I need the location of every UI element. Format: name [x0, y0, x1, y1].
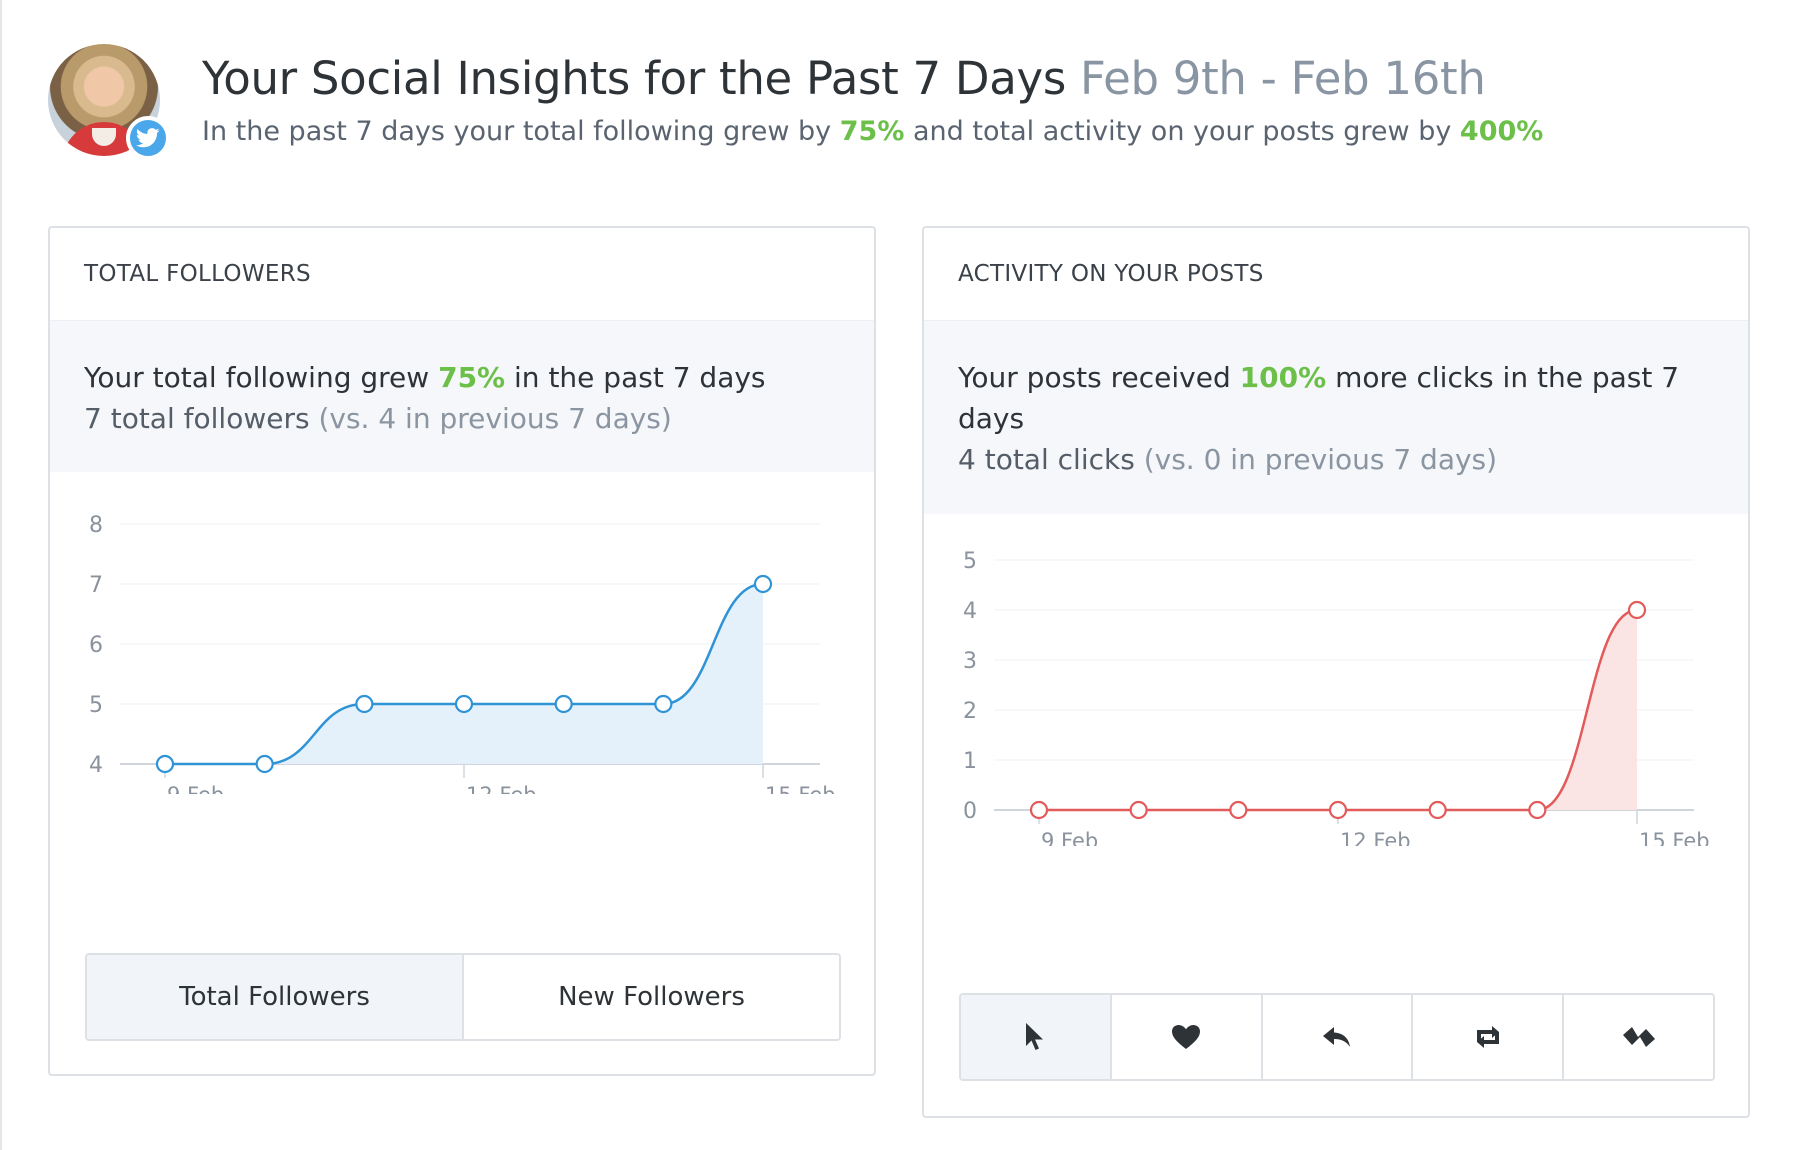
followers-point: [255, 754, 274, 774]
followers-summary-text: Your total following grew: [84, 361, 430, 394]
replies-button[interactable]: [1260, 995, 1412, 1079]
y-tick-label: 5: [963, 549, 977, 574]
activity-growth: 400%: [1459, 116, 1544, 147]
y-tick-label: 8: [89, 513, 103, 538]
followers-point: [753, 574, 773, 594]
twitter-icon: [126, 116, 170, 160]
heart-icon: [1172, 1025, 1201, 1049]
followers-total: 7 total followers: [84, 402, 310, 435]
activity-summary-sub: 4 total clicks (vs. 0 in previous 7 days…: [958, 439, 1714, 480]
followers-area: [165, 584, 763, 764]
followers-card: TOTAL FOLLOWERS Your total following gre…: [48, 226, 876, 1076]
followers-card-heading: TOTAL FOLLOWERS: [84, 261, 311, 287]
activity-growth: 100%: [1239, 361, 1327, 394]
followers-summary-text-end: in the past 7 days: [514, 361, 766, 394]
activity-card-heading: ACTIVITY ON YOUR POSTS: [958, 261, 1264, 287]
y-tick-label: 3: [963, 649, 977, 674]
activity-point: [1528, 800, 1547, 820]
x-tick-label: 15 Feb: [1639, 829, 1710, 846]
followers-point: [355, 694, 374, 714]
y-tick-label: 0: [963, 799, 977, 824]
y-tick-label: 4: [963, 599, 977, 624]
date-range: Feb 9th - Feb 16th: [1079, 52, 1486, 105]
retweet-icon: [1476, 1026, 1499, 1048]
activity-summary: Your posts received 100% more clicks in …: [924, 320, 1748, 514]
y-tick-label: 5: [89, 693, 103, 718]
total-followers-button[interactable]: Total Followers: [87, 955, 462, 1039]
followers-summary-main: Your total following grew 75% in the pas…: [84, 357, 840, 398]
y-tick-label: 2: [963, 699, 977, 724]
activity-chart: 0 1 2 3 4 5 9 Feb 12 Feb 15 Feb: [963, 549, 1710, 846]
subtitle-part1: In the past 7 days your total following …: [202, 116, 832, 147]
followers-growth: 75%: [438, 361, 506, 394]
followers-toggle: Total Followers New Followers: [85, 953, 841, 1041]
title-text: Your Social Insights for the Past 7 Days: [202, 52, 1066, 105]
followers-summary-sub: 7 total followers (vs. 4 in previous 7 d…: [84, 398, 840, 439]
y-tick-label: 7: [89, 573, 103, 598]
following-growth: 75%: [839, 116, 905, 147]
reply-icon: [1322, 1027, 1350, 1047]
mentions-button[interactable]: [1562, 995, 1713, 1079]
page-left-rule: [0, 0, 2, 1150]
activity-point: [1029, 800, 1049, 820]
activity-card: ACTIVITY ON YOUR POSTS Your posts receiv…: [922, 226, 1750, 1118]
activity-summary-main: Your posts received 100% more clicks in …: [958, 357, 1714, 439]
activity-comparison: (vs. 0 in previous 7 days): [1143, 443, 1498, 476]
x-tick-label: 15 Feb: [765, 783, 836, 794]
mention-icon: [1622, 1027, 1655, 1047]
subtitle-part2: and total activity on your posts grew by: [913, 116, 1452, 147]
page-header: Your Social Insights for the Past 7 Days…: [48, 44, 1760, 174]
activity-point: [1428, 800, 1447, 820]
activity-metric-bar: [959, 993, 1715, 1081]
activity-point: [1627, 600, 1647, 620]
x-tick-label: 9 Feb: [1041, 829, 1098, 846]
y-tick-label: 1: [963, 749, 977, 774]
retweets-button[interactable]: [1411, 995, 1563, 1079]
activity-total: 4 total clicks: [958, 443, 1135, 476]
followers-summary: Your total following grew 75% in the pas…: [50, 320, 874, 472]
activity-summary-text: Your posts received: [958, 361, 1231, 394]
page-title: Your Social Insights for the Past 7 Days…: [202, 52, 1486, 105]
x-tick-label: 12 Feb: [466, 783, 537, 794]
followers-point: [654, 694, 673, 714]
y-tick-label: 4: [89, 753, 103, 778]
likes-button[interactable]: [1109, 995, 1261, 1079]
x-tick-label: 12 Feb: [1340, 829, 1411, 846]
clicks-button[interactable]: [961, 995, 1110, 1079]
activity-point: [1129, 800, 1148, 820]
x-tick-label: 9 Feb: [167, 783, 224, 794]
page-subtitle: In the past 7 days your total following …: [202, 116, 1543, 147]
cursor-icon: [1026, 1023, 1044, 1050]
y-tick-label: 6: [89, 633, 103, 658]
activity-point: [1328, 800, 1348, 820]
followers-point: [454, 694, 474, 714]
followers-point: [155, 754, 175, 774]
activity-point: [1229, 800, 1248, 820]
new-followers-button[interactable]: New Followers: [462, 955, 839, 1039]
followers-point: [554, 694, 573, 714]
followers-chart: 4 5 6 7 8 9 Feb 12 Feb 15 Feb: [89, 513, 836, 794]
followers-comparison: (vs. 4 in previous 7 days): [318, 402, 672, 435]
